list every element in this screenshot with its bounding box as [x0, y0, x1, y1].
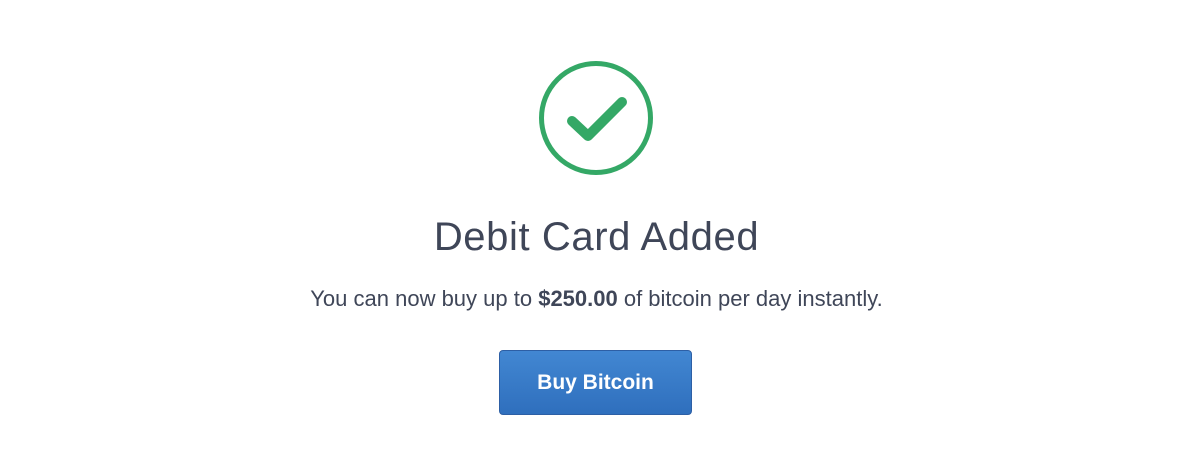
limit-amount: $250.00 — [538, 286, 618, 311]
limit-message: You can now buy up to $250.00 of bitcoin… — [0, 284, 1193, 314]
success-panel: Debit Card Added You can now buy up to $… — [0, 0, 1193, 475]
message-suffix: of bitcoin per day instantly. — [617, 286, 883, 311]
page-title: Debit Card Added — [433, 215, 760, 259]
check-circle-icon — [538, 60, 654, 176]
buy-bitcoin-button[interactable]: Buy Bitcoin — [499, 350, 692, 415]
message-prefix: You can now buy up to — [310, 286, 539, 311]
